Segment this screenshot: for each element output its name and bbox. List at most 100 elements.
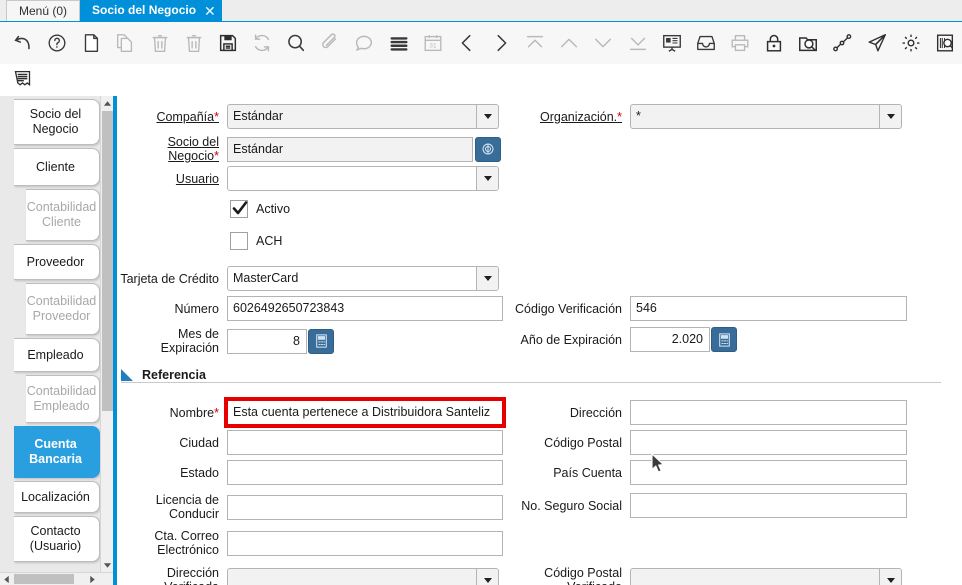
first-record-icon — [518, 25, 552, 61]
codigo-verificacion-input[interactable]: 546 — [630, 296, 907, 321]
chevron-down-icon[interactable] — [476, 105, 498, 128]
sidebar-item-socio-del-negocio[interactable]: Socio del Negocio — [14, 99, 100, 145]
undo-icon[interactable] — [6, 25, 40, 61]
scrollbar-thumb[interactable] — [102, 111, 113, 411]
sidebar-item-label: Proveedor — [27, 255, 85, 270]
correo-input[interactable] — [227, 531, 503, 556]
close-icon[interactable]: ✕ — [204, 4, 216, 18]
anio-expiracion-input[interactable]: 2.020 — [630, 327, 710, 352]
report-icon[interactable] — [655, 25, 689, 61]
ciudad-input[interactable] — [227, 430, 503, 455]
organizacion-label: Organización.* — [520, 110, 630, 124]
search-icon[interactable] — [279, 25, 313, 61]
direccion-input[interactable] — [630, 400, 907, 425]
sidebar-item-label: Cliente — [36, 160, 75, 175]
codigo-postal-verificado-label: Código Postal Verificado — [510, 566, 630, 585]
sidebar-item-label: Cuenta Bancaria — [18, 437, 93, 467]
audit-icon[interactable] — [928, 25, 962, 61]
sidebar-item-contabilidad-empleado[interactable]: Contabilidad Empleado — [26, 375, 100, 423]
socio-negocio-label: Socio del Negocio* — [117, 135, 227, 163]
new-record-icon[interactable] — [74, 25, 108, 61]
attachment-icon — [313, 25, 347, 61]
activo-checkbox[interactable] — [230, 200, 248, 218]
sidebar-item-cliente[interactable]: Cliente — [14, 148, 100, 186]
activo-label: Activo — [256, 202, 290, 216]
nombre-label: Nombre* — [117, 406, 227, 420]
workflow-icon[interactable] — [825, 25, 859, 61]
tab-socio-del-negocio[interactable]: Socio del Negocio ✕ — [80, 0, 222, 21]
chevron-down-icon[interactable] — [476, 569, 498, 585]
calculator-icon[interactable] — [308, 329, 334, 354]
calculator-icon[interactable] — [711, 327, 737, 352]
licencia-conducir-input[interactable] — [227, 495, 503, 520]
gear-icon[interactable] — [894, 25, 928, 61]
sidebar-item-contacto-usuario[interactable]: Contacto (Usuario) — [14, 516, 100, 562]
compania-value: Estándar — [233, 109, 283, 123]
licencia-conducir-label: Licencia de Conducir — [117, 493, 227, 521]
prev-record-icon[interactable] — [450, 25, 484, 61]
refresh-icon — [245, 25, 279, 61]
codigo-postal-verificado-combo[interactable] — [630, 568, 902, 585]
usuario-label: Usuario — [117, 172, 227, 186]
sidebar-item-label: Localización — [21, 490, 90, 505]
tarjeta-credito-combo[interactable]: MasterCard — [227, 266, 499, 291]
scroll-right-icon[interactable] — [86, 573, 99, 585]
sidebar-item-proveedor[interactable]: Proveedor — [14, 244, 100, 280]
organizacion-value: * — [636, 109, 641, 123]
help-icon[interactable] — [40, 25, 74, 61]
next-record-icon[interactable] — [484, 25, 518, 61]
record-info-icon[interactable] — [5, 64, 39, 94]
collapse-triangle-icon[interactable] — [121, 369, 133, 381]
tarjeta-credito-value: MasterCard — [233, 271, 298, 285]
scrollbar-thumb[interactable] — [14, 574, 74, 584]
save-icon[interactable] — [211, 25, 245, 61]
scroll-left-icon[interactable] — [0, 573, 13, 585]
direccion-label: Dirección — [510, 406, 630, 420]
anio-expiracion-label: Año de Expiración — [510, 333, 630, 347]
ciudad-label: Ciudad — [117, 436, 227, 450]
compania-combo[interactable]: Estándar — [227, 104, 499, 129]
send-icon[interactable] — [860, 25, 894, 61]
chevron-down-icon[interactable] — [476, 267, 498, 290]
required-marker: * — [617, 110, 622, 124]
chevron-down-icon[interactable] — [879, 105, 901, 128]
codigo-postal-input[interactable] — [630, 430, 907, 455]
sidebar-vertical-scrollbar[interactable] — [100, 96, 113, 572]
grid-toggle-icon[interactable] — [382, 25, 416, 61]
numero-input[interactable]: 6026492650723843 — [227, 296, 503, 321]
sidebar-item-cuenta-bancaria[interactable]: Cuenta Bancaria — [14, 426, 100, 478]
nombre-input[interactable]: Esta cuenta pertenece a Distribuidora Sa… — [227, 400, 503, 425]
sidebar-item-label: Contabilidad Empleado — [27, 384, 97, 414]
mouse-cursor — [651, 453, 667, 480]
organizacion-combo[interactable]: * — [630, 104, 902, 129]
lock-icon[interactable] — [757, 25, 791, 61]
chevron-down-icon[interactable] — [879, 569, 901, 585]
chevron-down-icon[interactable] — [476, 167, 498, 190]
tab-menu[interactable]: Menú (0) — [6, 0, 80, 21]
sidebar-horizontal-scrollbar[interactable] — [0, 572, 113, 585]
section-referencia-label: Referencia — [142, 368, 206, 382]
seguro-social-input[interactable] — [630, 493, 907, 518]
sidebar-item-contabilidad-proveedor[interactable]: Contabilidad Proveedor — [26, 283, 100, 335]
direccion-verificada-combo[interactable] — [227, 568, 499, 585]
calendar-icon: 31 — [416, 25, 450, 61]
down-icon — [586, 25, 620, 61]
pais-cuenta-input[interactable] — [630, 460, 907, 485]
section-referencia[interactable]: Referencia — [121, 368, 206, 382]
estado-input[interactable] — [227, 460, 503, 485]
usuario-combo[interactable] — [227, 166, 499, 191]
mes-expiracion-input[interactable]: 8 — [227, 329, 307, 354]
delete-all-icon — [177, 25, 211, 61]
sidebar-item-empleado[interactable]: Empleado — [14, 338, 100, 372]
archive-icon[interactable] — [689, 25, 723, 61]
zoom-across-icon[interactable] — [791, 25, 825, 61]
sidebar-item-contabilidad-cliente[interactable]: Contabilidad Cliente — [26, 189, 100, 241]
compania-label: Compañía* — [117, 110, 227, 124]
ach-checkbox[interactable] — [230, 232, 248, 250]
sidebar-item-localizacion[interactable]: Localización — [14, 481, 100, 513]
tarjeta-credito-label: Tarjeta de Crédito — [117, 272, 227, 286]
lookup-icon[interactable] — [475, 137, 501, 162]
required-marker: * — [214, 406, 219, 420]
estado-label: Estado — [117, 466, 227, 480]
socio-negocio-input[interactable]: Estándar — [227, 137, 473, 162]
